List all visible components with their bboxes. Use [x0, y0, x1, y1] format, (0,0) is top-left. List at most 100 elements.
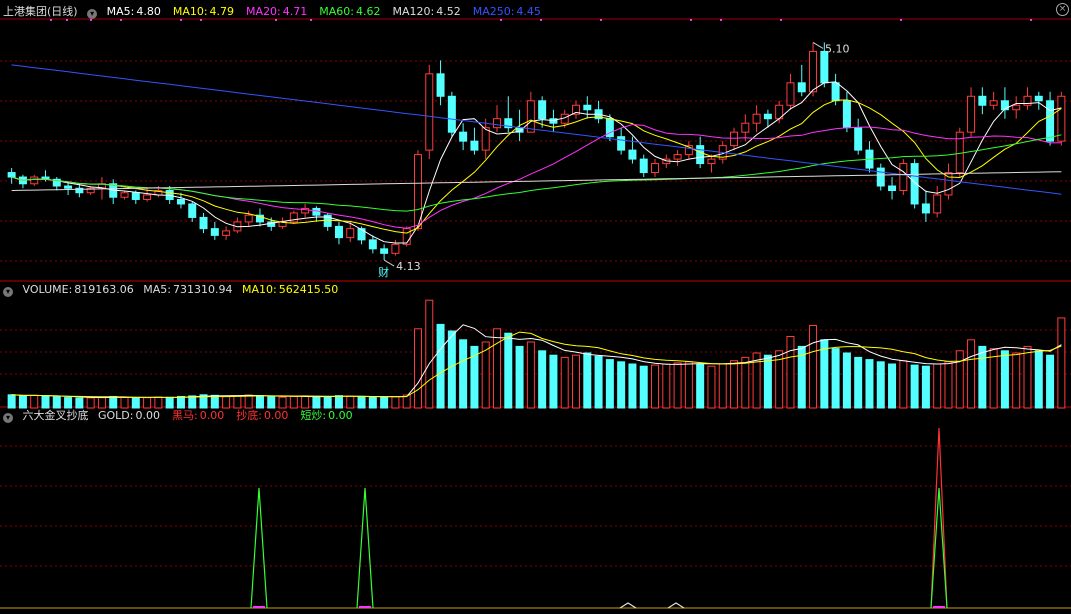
volume-bar	[312, 395, 321, 409]
candle-body	[842, 100, 851, 129]
gold-spike	[619, 602, 637, 609]
candle-body	[470, 140, 479, 151]
volume-bar	[244, 394, 253, 409]
candle-body	[357, 228, 366, 241]
short-trade-spike	[250, 487, 268, 609]
volume-bar	[1057, 317, 1066, 409]
volume-ma5-label: MA5:	[143, 283, 172, 296]
candle-body	[831, 82, 840, 102]
candle-body	[346, 228, 355, 239]
volume-bar	[786, 336, 795, 409]
candle-body	[199, 216, 208, 230]
volume-bar	[86, 397, 95, 409]
candle-body	[854, 127, 863, 151]
volume-bar	[154, 396, 163, 409]
candle-body	[730, 131, 739, 147]
candle-body	[617, 136, 626, 151]
volume-bar	[651, 364, 660, 409]
volume-bar	[876, 361, 885, 409]
volume-bar	[459, 339, 468, 409]
candle-body	[707, 158, 716, 165]
candle-body	[64, 185, 73, 189]
volume-bar	[165, 396, 174, 409]
chevron-down-icon[interactable]: ▾	[87, 9, 98, 19]
event-marker	[600, 19, 602, 21]
volume-bar	[413, 328, 422, 409]
volume-bar	[334, 395, 343, 409]
candle-body	[492, 118, 501, 129]
volume-bar	[842, 352, 851, 409]
candle-body	[651, 163, 660, 174]
volume-bar	[933, 363, 942, 409]
candle-body	[899, 163, 908, 192]
volume-bar	[910, 364, 919, 409]
close-icon[interactable]: ×	[1056, 3, 1069, 16]
volume-bar	[865, 359, 874, 409]
bottom-marker	[933, 606, 945, 608]
volume-bar	[730, 360, 739, 409]
candle-body	[436, 73, 445, 97]
candle-body	[402, 228, 411, 245]
candle-body	[131, 192, 140, 200]
high-price-label: 5.10	[825, 42, 850, 55]
indicator-panel-header: ▾ 六大金叉抄底 GOLD: 0.00 黑马: 0.00 抄底: 0.00 短炒: 0.00	[3, 408, 371, 424]
volume-bar	[255, 395, 264, 409]
volume-bar	[538, 350, 547, 409]
candle-body	[673, 154, 682, 160]
bottom-marker	[359, 606, 371, 608]
volume-bar	[549, 354, 558, 409]
volume-bar	[944, 361, 953, 409]
ma-legend-2: MA20: 4.71	[246, 5, 308, 18]
candle-body	[809, 50, 818, 93]
candle-body	[210, 228, 219, 236]
candle-body	[1057, 95, 1066, 142]
volume-bar	[854, 356, 863, 409]
volume-bar	[425, 299, 434, 409]
candle-body	[933, 194, 942, 214]
price-panel-header: 上港集团(日线) ▾ MA5: 4.80 MA10: 4.79 MA20: 4.71 MA6…	[3, 4, 559, 20]
candle-body	[368, 239, 377, 250]
volume-bar	[888, 363, 897, 409]
volume-bar	[301, 395, 310, 409]
volume-bar	[131, 397, 140, 409]
candle-body	[639, 158, 648, 174]
volume-bar	[18, 395, 27, 409]
volume-bar	[278, 396, 287, 409]
volume-ma10-label: MA10:	[242, 283, 277, 296]
volume-bar	[289, 396, 298, 409]
candle-body	[1046, 100, 1055, 142]
candle-body	[820, 50, 829, 84]
volume-bar	[233, 395, 242, 409]
volume-bar	[64, 397, 73, 409]
volume-bar	[741, 356, 750, 409]
candle-body	[921, 203, 930, 214]
candle-body	[786, 82, 795, 106]
event-marker	[900, 19, 902, 21]
candle-body	[447, 95, 456, 133]
candle-body	[876, 167, 885, 187]
ma-legend-3: MA60: 4.62	[319, 5, 381, 18]
short-trade-spike	[356, 487, 374, 609]
low-price-label: 4.13	[396, 260, 421, 273]
chevron-down-icon[interactable]: ▾	[3, 287, 13, 297]
volume-bar	[560, 356, 569, 409]
volume-bar	[583, 352, 592, 409]
candle-body	[888, 185, 897, 192]
volume-bar	[639, 365, 648, 409]
bottom-marker	[253, 606, 265, 608]
volume-bar	[210, 394, 219, 409]
chevron-down-icon[interactable]: ▾	[3, 413, 13, 423]
candle-body	[459, 131, 468, 142]
volume-bar	[188, 395, 197, 409]
candle-body	[391, 243, 400, 254]
volume-bar	[967, 339, 976, 409]
candle-body	[752, 113, 761, 124]
volume-bar	[1012, 352, 1021, 409]
event-marker	[720, 19, 722, 21]
ma-legend-5: MA250: 4.45	[472, 5, 541, 18]
volume-bar	[1034, 350, 1043, 409]
candle-body	[1012, 104, 1021, 111]
candle-body	[481, 127, 490, 151]
volume-bar	[1023, 345, 1032, 409]
volume-bar	[176, 395, 185, 409]
